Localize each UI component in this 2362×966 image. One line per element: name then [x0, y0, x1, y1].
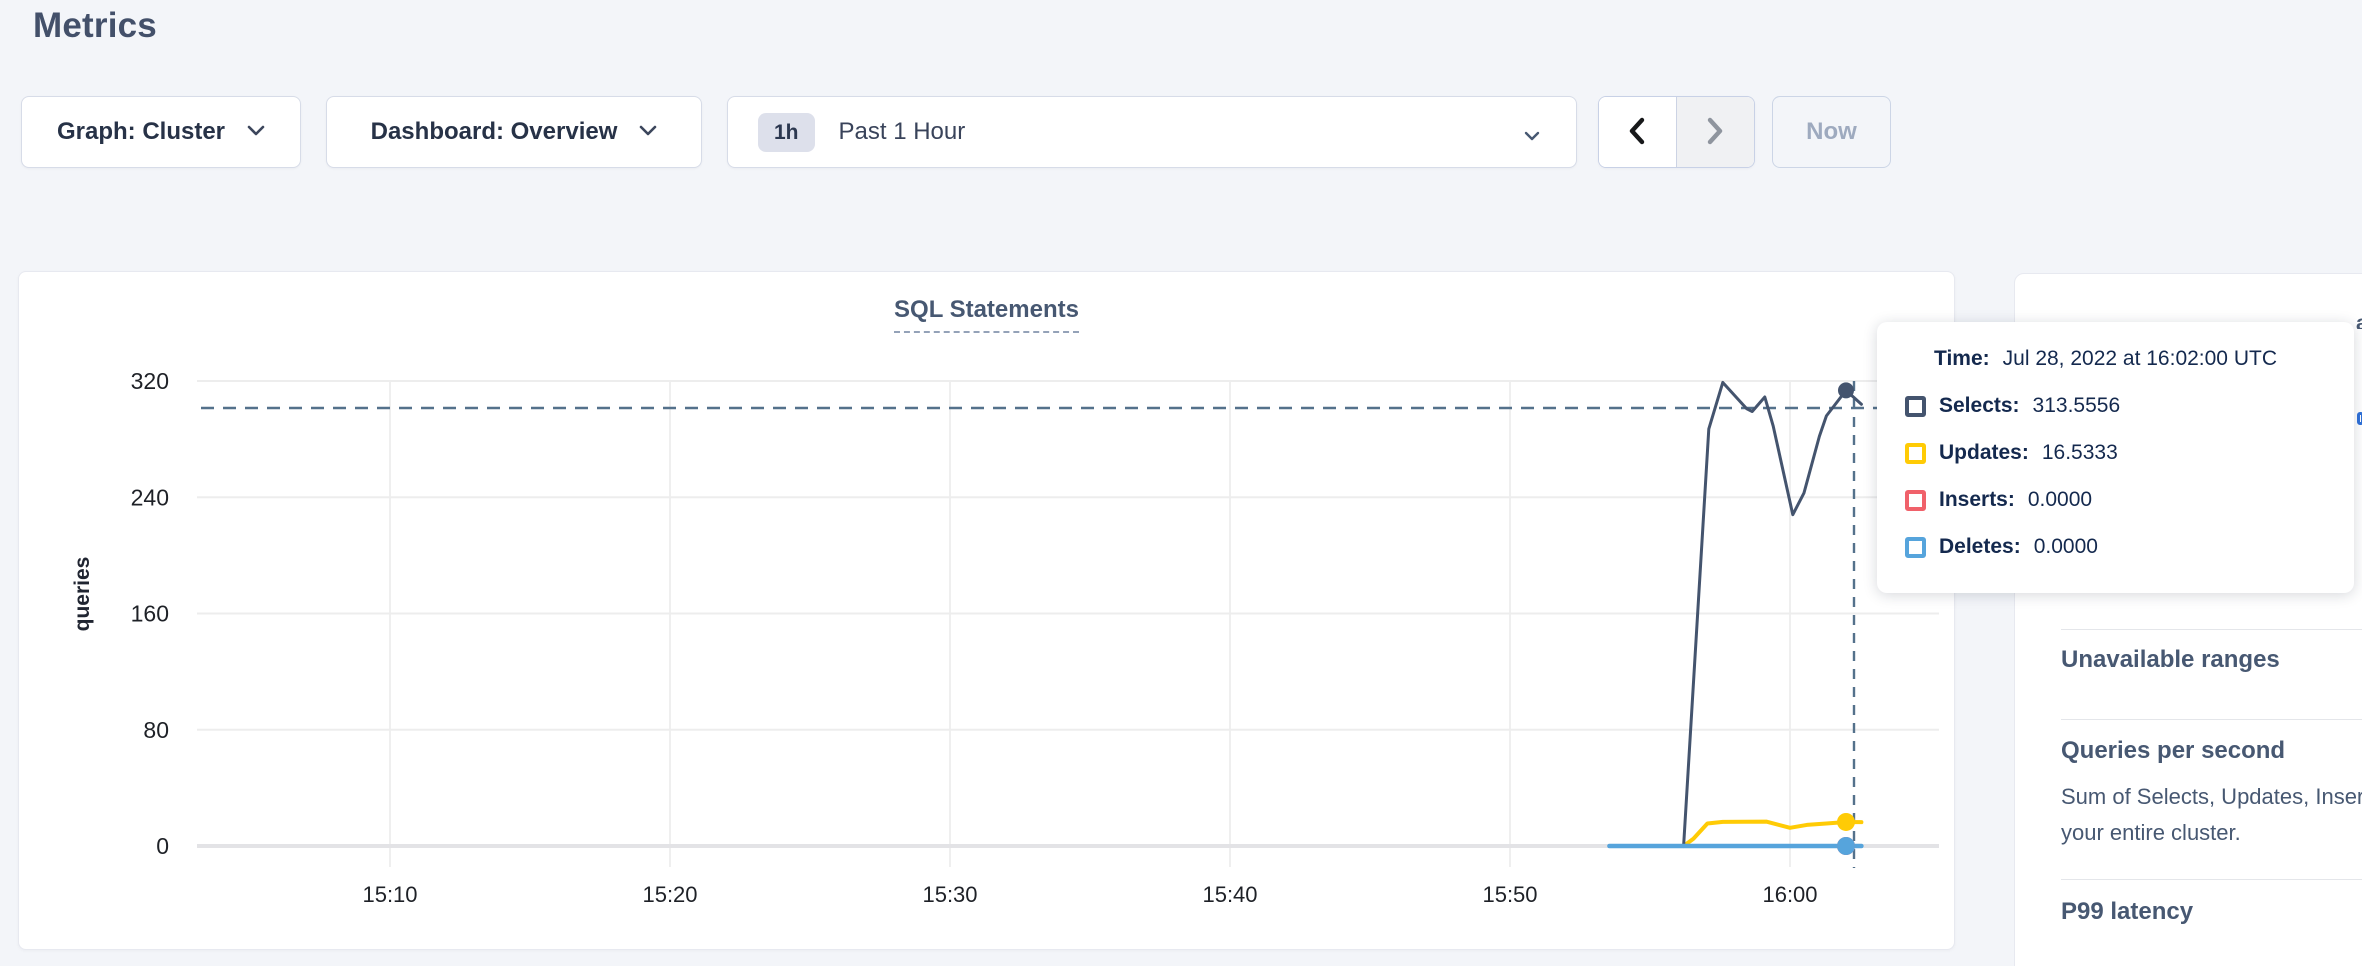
divider [2061, 879, 2362, 880]
tooltip-updates-value: 16.5333 [2042, 441, 2118, 465]
y-tick-label: 240 [131, 484, 169, 510]
clipped-link-fragment [2357, 412, 2362, 425]
time-range-label: Past 1 Hour [839, 118, 966, 146]
clipped-text-fragment: a [2356, 312, 2362, 329]
graph-scope-label: Graph: Cluster [57, 118, 225, 146]
x-tick-label: 16:00 [1762, 882, 1817, 907]
deletes-series-swatch-icon [1905, 537, 1926, 558]
tooltip-deletes-value: 0.0000 [2034, 535, 2098, 559]
tooltip-selects-value: 313.5556 [2033, 394, 2121, 418]
previous-window-button[interactable] [1599, 97, 1677, 167]
tooltip-selects-label: Selects: [1939, 394, 2020, 418]
tooltip-updates-label: Updates: [1939, 441, 2029, 465]
chevron-down-icon [639, 123, 657, 141]
hover-dot-selects [1838, 382, 1854, 398]
sidebar-description-queries-per-second: Sum of Selects, Updates, Inser your enti… [2061, 779, 2362, 851]
selects-series-swatch-icon [1905, 396, 1926, 417]
x-tick-label: 15:50 [1482, 882, 1537, 907]
tooltip-time-label: Time: [1934, 347, 1990, 371]
metrics-toolbar: Graph: Cluster Dashboard: Overview 1h Pa… [0, 96, 2362, 168]
inserts-series-swatch-icon [1905, 490, 1926, 511]
next-window-button[interactable] [1677, 97, 1755, 167]
sidebar-heading-p99-latency: P99 latency [2061, 898, 2193, 926]
chevron-down-icon [247, 123, 265, 141]
now-button[interactable]: Now [1772, 96, 1891, 168]
tooltip-inserts-value: 0.0000 [2028, 488, 2092, 512]
hover-dot-deletes [1837, 837, 1855, 855]
x-tick-label: 15:10 [362, 882, 417, 907]
time-range-badge: 1h [758, 113, 815, 152]
chevron-right-icon [1706, 117, 1724, 148]
sidebar-heading-queries-per-second: Queries per second [2061, 737, 2285, 765]
sql-statements-plot[interactable]: 15:10 15:20 15:30 15:40 15:50 16:00 0 80 160 240 3… [19, 272, 1954, 949]
sidebar-heading-unavailable-ranges: Unavailable ranges [2061, 646, 2280, 674]
tooltip-inserts-label: Inserts: [1939, 488, 2015, 512]
tooltip-time-value: Jul 28, 2022 at 16:02:00 UTC [2003, 347, 2277, 371]
y-axis-title: queries [71, 557, 94, 632]
y-tick-label: 160 [131, 601, 169, 627]
time-range-picker[interactable]: 1h Past 1 Hour [727, 96, 1577, 168]
y-tick-label: 0 [156, 833, 169, 859]
x-tick-label: 15:20 [642, 882, 697, 907]
dashboard-dropdown[interactable]: Dashboard: Overview [326, 96, 702, 168]
divider [2061, 629, 2362, 630]
x-tick-label: 15:30 [922, 882, 977, 907]
chart-hover-tooltip: Time: Jul 28, 2022 at 16:02:00 UTC Selec… [1877, 322, 2354, 593]
updates-series-swatch-icon [1905, 443, 1926, 464]
hover-dot-updates [1837, 813, 1855, 831]
tooltip-deletes-label: Deletes: [1939, 535, 2021, 559]
graph-scope-dropdown[interactable]: Graph: Cluster [21, 96, 301, 168]
x-tick-label: 15:40 [1202, 882, 1257, 907]
page-title: Metrics [33, 6, 157, 46]
chevron-left-icon [1628, 117, 1646, 148]
dashboard-label: Dashboard: Overview [371, 118, 618, 146]
chevron-down-icon [1524, 128, 1540, 146]
divider [2061, 719, 2362, 720]
y-tick-label: 80 [143, 717, 169, 743]
sql-statements-chart-card: SQL Statements 15:1015:2015:3015:4015:50… [18, 271, 1955, 950]
y-tick-label: 320 [131, 368, 169, 394]
time-window-pager [1598, 96, 1755, 168]
series-line-updates [1684, 822, 1862, 846]
